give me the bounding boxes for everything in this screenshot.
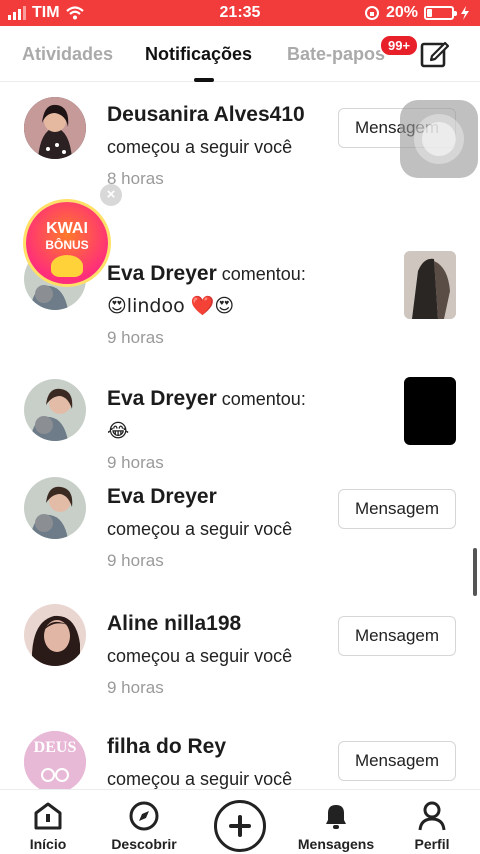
notification-time: 9 horas [107, 678, 164, 697]
notification-text: Eva Dreyer comentou: 😍lindoo ❤️😍 9 horas [107, 258, 332, 354]
home-icon [34, 802, 62, 830]
tab-notificacoes[interactable]: Notificações [145, 44, 252, 65]
tab-atividades[interactable]: Atividades [22, 44, 113, 65]
kwai-bonus-widget[interactable]: KWAI BÔNUS [24, 200, 110, 286]
tab-bate-papos[interactable]: Bate-papos [287, 44, 385, 65]
nav-label: Perfil [414, 836, 450, 852]
notification-time: 8 horas [107, 169, 164, 188]
compose-icon[interactable] [420, 38, 450, 68]
post-thumbnail[interactable] [404, 251, 456, 319]
message-button[interactable]: Mensagem [338, 741, 456, 781]
charging-icon [461, 6, 469, 20]
username[interactable]: filha do Rey [107, 735, 226, 758]
notification-action: comentou: [221, 389, 306, 409]
avatar[interactable] [24, 604, 86, 666]
kwai-close-button[interactable]: × [100, 184, 122, 206]
avatar[interactable] [24, 97, 86, 159]
plus-icon[interactable] [214, 800, 266, 852]
chat-unread-badge: 99+ [379, 34, 420, 57]
avatar-text: DEUS [33, 739, 77, 756]
username[interactable]: Deusanira Alves410 [107, 103, 305, 126]
kwai-bonus-title: KWAI [46, 220, 88, 237]
kwai-bonus-subtitle: BÔNUS [45, 238, 89, 252]
nav-label: Descobrir [111, 836, 177, 852]
notification-action: começou a seguir você [107, 137, 293, 157]
notification-text: Eva Dreyer comentou: 😂 9 horas [107, 383, 332, 479]
avatar[interactable] [24, 477, 86, 539]
person-icon [418, 801, 446, 831]
nav-inicio[interactable]: Início [0, 790, 96, 854]
bell-icon [326, 805, 346, 829]
active-tab-indicator [194, 78, 214, 82]
nav-mensagens[interactable]: Mensagens [288, 790, 384, 854]
comment-text: 😂 [107, 420, 130, 442]
notification-time: 9 horas [107, 328, 164, 347]
notification-text: Eva Dreyer começou a seguir você 9 horas [107, 481, 332, 577]
nav-label: Mensagens [297, 836, 375, 852]
avatar[interactable] [24, 379, 86, 441]
avatar[interactable]: DEUS [24, 731, 86, 789]
comment-text: 😍lindoo ❤️😍 [107, 295, 235, 317]
message-button[interactable]: Mensagem [338, 616, 456, 656]
assistive-touch-button[interactable] [400, 100, 478, 178]
coins-icon [51, 255, 83, 277]
notification-time: 9 horas [107, 551, 164, 570]
notification-action: começou a seguir você [107, 519, 293, 539]
notification-text: filha do Rey começou a seguir você [107, 731, 332, 789]
notification-action: começou a seguir você [107, 769, 293, 789]
notification-action: começou a seguir você [107, 646, 293, 666]
bottom-nav: Início Descobrir Mensagens Perfil [0, 789, 480, 854]
notification-list[interactable]: Deusanira Alves410 começou a seguir você… [0, 83, 480, 789]
status-right: 20% [364, 4, 470, 22]
notification-text: Aline nilla198 começou a seguir você 9 h… [107, 608, 332, 704]
rotation-lock-icon [364, 6, 379, 20]
username[interactable]: Aline nilla198 [107, 612, 241, 635]
post-thumbnail[interactable] [404, 377, 456, 445]
battery-icon [424, 6, 457, 20]
username[interactable]: Eva Dreyer [107, 387, 217, 410]
status-bar: TIM 21:35 20% [0, 0, 480, 26]
message-button[interactable]: Mensagem [338, 489, 456, 529]
compass-icon [129, 801, 159, 831]
top-tabs: Atividades Notificações Bate-papos 99+ [0, 26, 480, 82]
username[interactable]: Eva Dreyer [107, 485, 217, 508]
notification-text: Deusanira Alves410 começou a seguir você… [107, 99, 332, 195]
nav-label: Início [29, 836, 67, 852]
username[interactable]: Eva Dreyer [107, 262, 217, 285]
notification-action: comentou: [221, 264, 306, 284]
scrollbar[interactable] [473, 548, 477, 596]
nav-descobrir[interactable]: Descobrir [96, 790, 192, 854]
battery-percent: 20% [385, 4, 418, 21]
notification-time: 9 horas [107, 453, 164, 472]
nav-perfil[interactable]: Perfil [384, 790, 480, 854]
